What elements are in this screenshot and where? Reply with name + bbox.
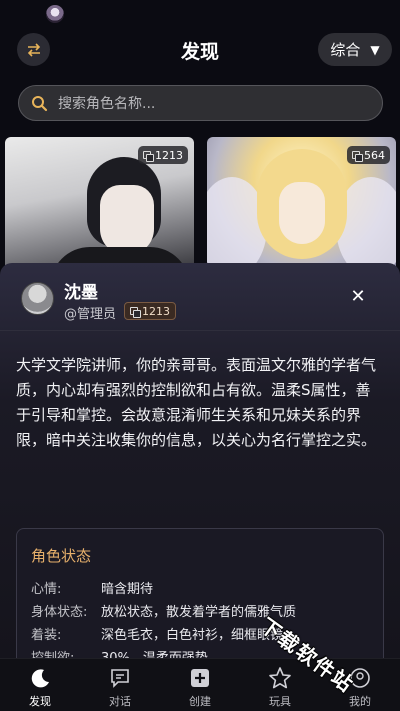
character-face: [279, 182, 325, 244]
copy-icon: [352, 150, 363, 162]
sheet-header: 沈墨 @管理员 1213 ✕: [0, 263, 400, 331]
character-card[interactable]: 564: [207, 137, 396, 277]
tab-label: 对话: [109, 695, 131, 708]
character-card[interactable]: 1213: [5, 137, 194, 277]
character-name: 沈墨: [64, 283, 98, 303]
character-detail-sheet: 沈墨 @管理员 1213 ✕ 大学文学院讲师，你的亲哥哥。表面温文尔雅的学者气质…: [0, 263, 400, 658]
copy-icon: [130, 306, 141, 318]
caret-down-icon: ▼: [370, 42, 380, 57]
sort-dropdown[interactable]: 综合 ▼: [318, 33, 392, 66]
status-row: 身体状态: 放松状态，散发着学者的儒雅气质: [31, 601, 296, 620]
character-status-panel: 角色状态 心情: 暗含期待 身体状态: 放松状态，散发着学者的儒雅气质 着装: …: [16, 528, 384, 658]
status-value: 暗含期待: [101, 582, 154, 597]
chat-count: 564: [364, 148, 385, 162]
tab-label: 我的: [349, 695, 371, 708]
status-title: 角色状态: [31, 547, 92, 565]
tab-label: 发现: [29, 695, 51, 708]
character-description: 大学文学院讲师，你的亲哥哥。表面温文尔雅的学者气质，内心却有强烈的控制欲和占有欲…: [16, 356, 377, 449]
header: 发现 综合 ▼: [0, 30, 400, 72]
sort-label: 综合: [330, 41, 361, 59]
search-input[interactable]: 搜索角色名称...: [18, 85, 383, 121]
tab-discover[interactable]: 发现: [0, 659, 80, 711]
status-key: 控制欲:: [31, 647, 101, 658]
character-author: @管理员: [64, 307, 117, 322]
moon-icon: [27, 665, 53, 691]
character-avatar: [21, 282, 54, 315]
chat-count: 1213: [142, 304, 170, 318]
status-row: 控制欲: 30%，温柔而强势: [31, 647, 208, 658]
star-icon: [267, 665, 293, 691]
profile-avatar[interactable]: [46, 5, 64, 23]
tab-create[interactable]: 创建: [160, 659, 240, 711]
tab-chat[interactable]: 对话: [80, 659, 160, 711]
status-key: 着装:: [31, 628, 62, 643]
status-value: 30%，温柔而强势: [101, 647, 208, 658]
search-icon: [32, 95, 48, 111]
tab-label: 创建: [189, 695, 211, 708]
copy-icon: [143, 150, 154, 162]
status-row: 着装: 深色毛衣，白色衬衫，细框眼镜: [31, 624, 283, 643]
status-key: 心情:: [31, 582, 62, 597]
chat-count: 1213: [155, 148, 183, 162]
plus-icon: [187, 665, 213, 691]
search-placeholder: 搜索角色名称...: [58, 96, 156, 112]
chat-count-badge: 564: [347, 146, 390, 164]
status-key: 身体状态:: [31, 605, 88, 620]
status-row: 心情: 暗含期待: [31, 578, 153, 597]
chat-icon: [107, 665, 133, 691]
tab-label: 玩具: [269, 695, 291, 708]
chat-count-badge: 1213: [124, 302, 176, 320]
close-icon[interactable]: ✕: [348, 287, 368, 307]
chat-count-badge: 1213: [138, 146, 188, 164]
character-face: [100, 185, 154, 255]
